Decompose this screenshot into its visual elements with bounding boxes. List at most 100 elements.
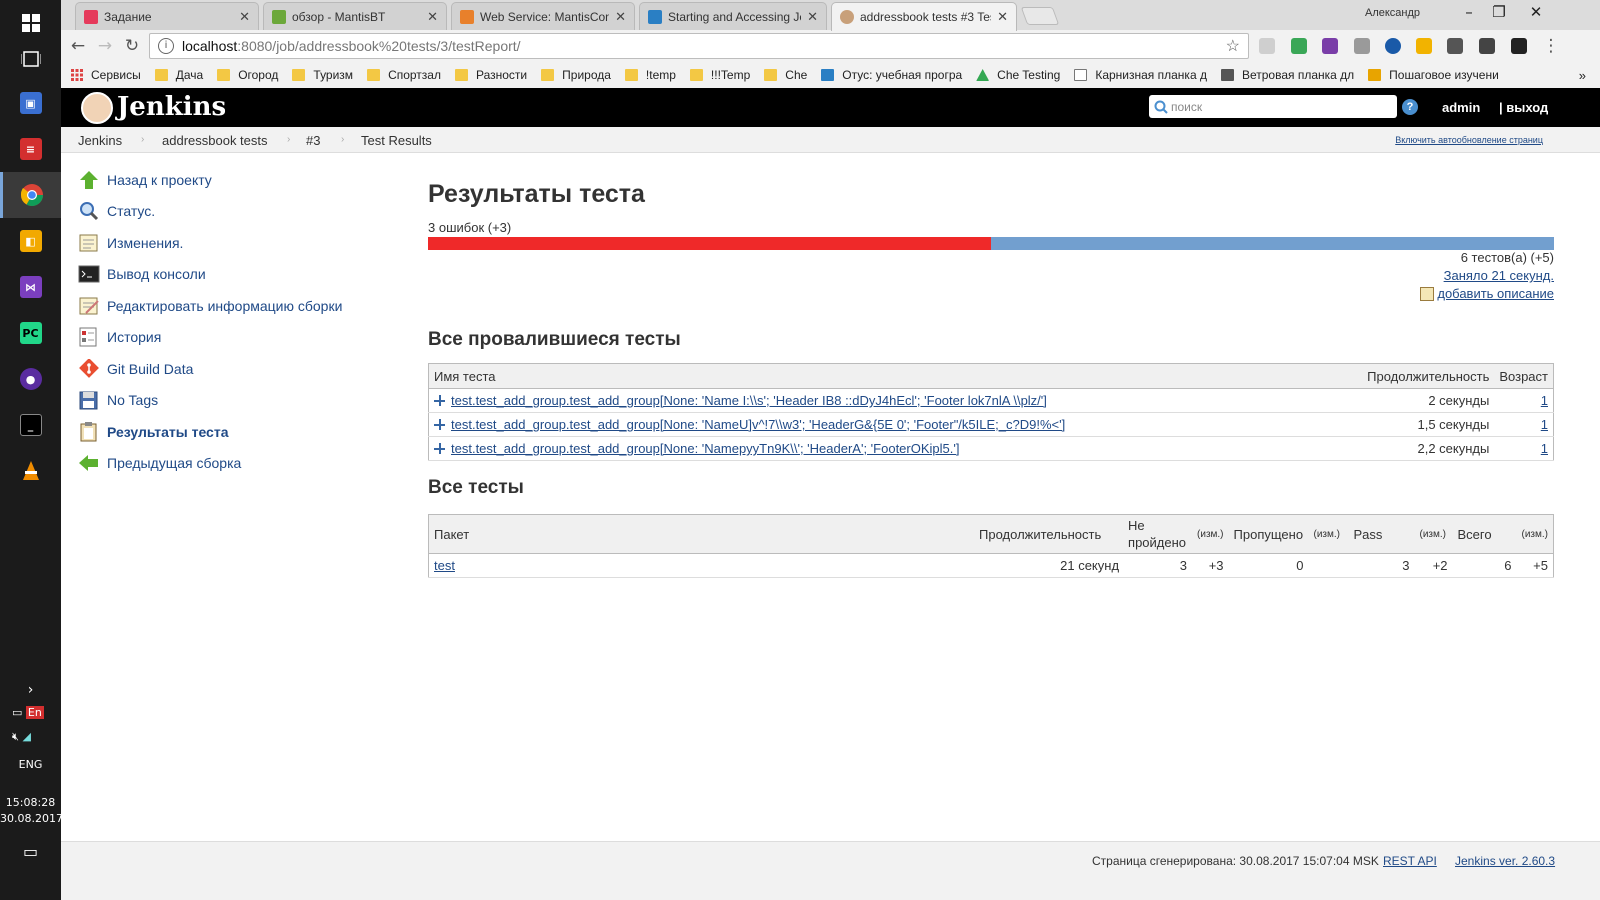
logout-link[interactable]: | выход — [1499, 100, 1548, 115]
extension-pdf-icon[interactable] — [1259, 38, 1275, 54]
taskbar-app-floppy[interactable]: ▣ — [0, 80, 61, 126]
extension-blue-icon[interactable] — [1385, 38, 1401, 54]
bookmark-link[interactable]: Che Testing — [976, 68, 1060, 82]
rest-api-link[interactable]: REST API — [1383, 854, 1437, 868]
tab-close-icon[interactable]: ✕ — [997, 9, 1008, 25]
search-input[interactable]: поиск — [1171, 100, 1202, 114]
column-total-diff[interactable]: (изм.) — [1516, 514, 1554, 554]
chrome-menu-icon[interactable]: ⋮ — [1539, 34, 1563, 58]
browser-tab-1[interactable]: Задание ✕ — [75, 2, 259, 30]
column-skipped[interactable]: Пропущено — [1228, 514, 1309, 554]
search-box[interactable]: поиск — [1149, 95, 1397, 118]
extension-ublock-icon[interactable] — [1354, 38, 1370, 54]
tab-close-icon[interactable]: ✕ — [807, 9, 818, 25]
taskbar-app-red[interactable]: ≡ — [0, 126, 61, 172]
taskbar-app-terminal[interactable]: _ — [0, 402, 61, 448]
bookmark-folder[interactable]: Огород — [217, 68, 278, 82]
jenkins-butler-icon[interactable] — [81, 92, 113, 124]
lang-indicator[interactable]: En — [25, 706, 44, 719]
bookmark-folder[interactable]: Дача — [154, 68, 203, 82]
extension-puzzle-icon[interactable] — [1479, 38, 1495, 54]
sidebar-item-no-tags[interactable]: No Tags — [78, 389, 158, 411]
sidebar-item-test-results[interactable]: Результаты теста — [78, 421, 229, 443]
extension-shield-icon[interactable] — [1291, 38, 1307, 54]
back-icon[interactable]: ← — [66, 34, 90, 58]
tab-close-icon[interactable]: ✕ — [239, 9, 250, 25]
add-description[interactable]: добавить описание — [1420, 286, 1554, 301]
jenkins-title[interactable]: Jenkins — [117, 92, 226, 122]
duration-link[interactable]: Заняло 21 секунд. — [1444, 268, 1554, 283]
failed-test-link[interactable]: test.test_add_group.test_add_group[None:… — [451, 417, 1065, 432]
sidebar-item-status[interactable]: Статус. — [78, 200, 155, 222]
extension-onenote-icon[interactable] — [1322, 38, 1338, 54]
taskbar-app-visual-studio[interactable]: ⋈ — [0, 264, 61, 310]
failed-test-age-link[interactable]: 1 — [1541, 393, 1548, 408]
breadcrumb-job[interactable]: addressbook tests — [162, 133, 268, 148]
tab-close-icon[interactable]: ✕ — [427, 9, 438, 25]
taskbar-app-vlc[interactable] — [0, 448, 61, 494]
breadcrumb-test-results[interactable]: Test Results — [361, 133, 432, 148]
expand-icon[interactable] — [434, 419, 445, 430]
sidebar-item-edit-build-info[interactable]: Редактировать информацию сборки — [78, 295, 342, 317]
expand-icon[interactable] — [434, 395, 445, 406]
bookmark-star-icon[interactable]: ☆ — [1226, 36, 1240, 56]
failed-test-link[interactable]: test.test_add_group.test_add_group[None:… — [451, 393, 1047, 408]
expand-icon[interactable] — [434, 443, 445, 454]
site-info-icon[interactable]: i — [158, 38, 174, 54]
browser-tab-3[interactable]: Web Service: MantisConnect ✕ — [451, 2, 635, 30]
bookmark-folder[interactable]: Спортзал — [367, 68, 441, 82]
clock-time[interactable]: 15:08:28 — [0, 796, 61, 809]
bookmark-folder[interactable]: !!!Temp — [689, 68, 750, 82]
sidebar-item-previous-build[interactable]: Предыдущая сборка — [78, 452, 241, 474]
column-skipped-diff[interactable]: (изм.) — [1308, 514, 1349, 554]
column-duration[interactable]: Продолжительность — [974, 514, 1125, 554]
browser-tab-5-active[interactable]: addressbook tests #3 Test Results ✕ — [831, 2, 1017, 31]
battery-icon[interactable]: ▭ — [12, 706, 22, 719]
bookmark-folder[interactable]: Природа — [541, 68, 611, 82]
package-link[interactable]: test — [434, 558, 455, 573]
taskbar-app-pycharm[interactable]: PC — [0, 310, 61, 356]
extension-camera-icon[interactable] — [1447, 38, 1463, 54]
column-pass[interactable]: Pass — [1348, 514, 1415, 554]
breadcrumb-separator-icon[interactable]: › — [287, 134, 290, 145]
add-description-link[interactable]: добавить описание — [1437, 286, 1554, 301]
column-failed-diff[interactable]: (изм.) — [1192, 514, 1229, 554]
reload-icon[interactable]: ↻ — [120, 34, 144, 58]
profile-name[interactable]: Александр — [1365, 7, 1420, 19]
column-age[interactable]: Возраст — [1494, 363, 1554, 389]
bookmark-link[interactable]: Ветровая планка дл — [1220, 68, 1354, 82]
enable-autorefresh-link[interactable]: Включить автообновление страниц — [1395, 135, 1543, 145]
bookmark-folder[interactable]: Che — [764, 68, 807, 82]
bookmark-folder[interactable]: Туризм — [292, 68, 353, 82]
bookmark-link[interactable]: Отус: учебная програ — [821, 68, 962, 82]
sidebar-item-changes[interactable]: Изменения. — [78, 232, 183, 254]
maximize-icon[interactable]: ❐ — [1484, 3, 1514, 25]
extension-notify-icon[interactable] — [1511, 38, 1527, 54]
column-total[interactable]: Всего — [1452, 514, 1517, 554]
taskbar-app-yellow[interactable]: ◧ — [0, 218, 61, 264]
sidebar-item-history[interactable]: История — [78, 326, 161, 348]
taskbar-app-chrome[interactable] — [0, 172, 61, 218]
tab-close-icon[interactable]: ✕ — [615, 9, 626, 25]
bookmark-folder[interactable]: !temp — [624, 68, 676, 82]
browser-tab-2[interactable]: обзор - MantisBT ✕ — [263, 2, 447, 30]
minimize-icon[interactable]: – — [1454, 3, 1484, 25]
bookmark-link[interactable]: Карнизная планка д — [1074, 68, 1207, 82]
breadcrumb-build[interactable]: #3 — [306, 133, 320, 148]
sidebar-item-console-output[interactable]: Вывод консоли — [78, 263, 206, 285]
column-package[interactable]: Пакет — [428, 514, 975, 554]
jenkins-version-link[interactable]: Jenkins ver. 2.60.3 — [1455, 854, 1555, 868]
clock-date[interactable]: 30.08.2017 — [0, 812, 63, 825]
sidebar-item-back-to-project[interactable]: Назад к проекту — [78, 169, 212, 191]
extension-bookmark-icon[interactable] — [1416, 38, 1432, 54]
action-center-icon[interactable]: ▭ — [0, 842, 61, 861]
failed-test-age-link[interactable]: 1 — [1541, 441, 1548, 456]
bookmark-apps[interactable]: Сервисы — [71, 68, 141, 82]
column-duration[interactable]: Продолжительность — [1362, 363, 1495, 389]
volume-muted-icon[interactable]: 🔇︎ — [12, 730, 19, 743]
user-link[interactable]: admin — [1442, 100, 1480, 115]
breadcrumb-separator-icon[interactable]: › — [141, 134, 144, 145]
bookmarks-overflow-icon[interactable]: » — [1579, 68, 1586, 83]
taskbar-app-purple[interactable]: ● — [0, 356, 61, 402]
bookmark-folder[interactable]: Разности — [454, 68, 527, 82]
